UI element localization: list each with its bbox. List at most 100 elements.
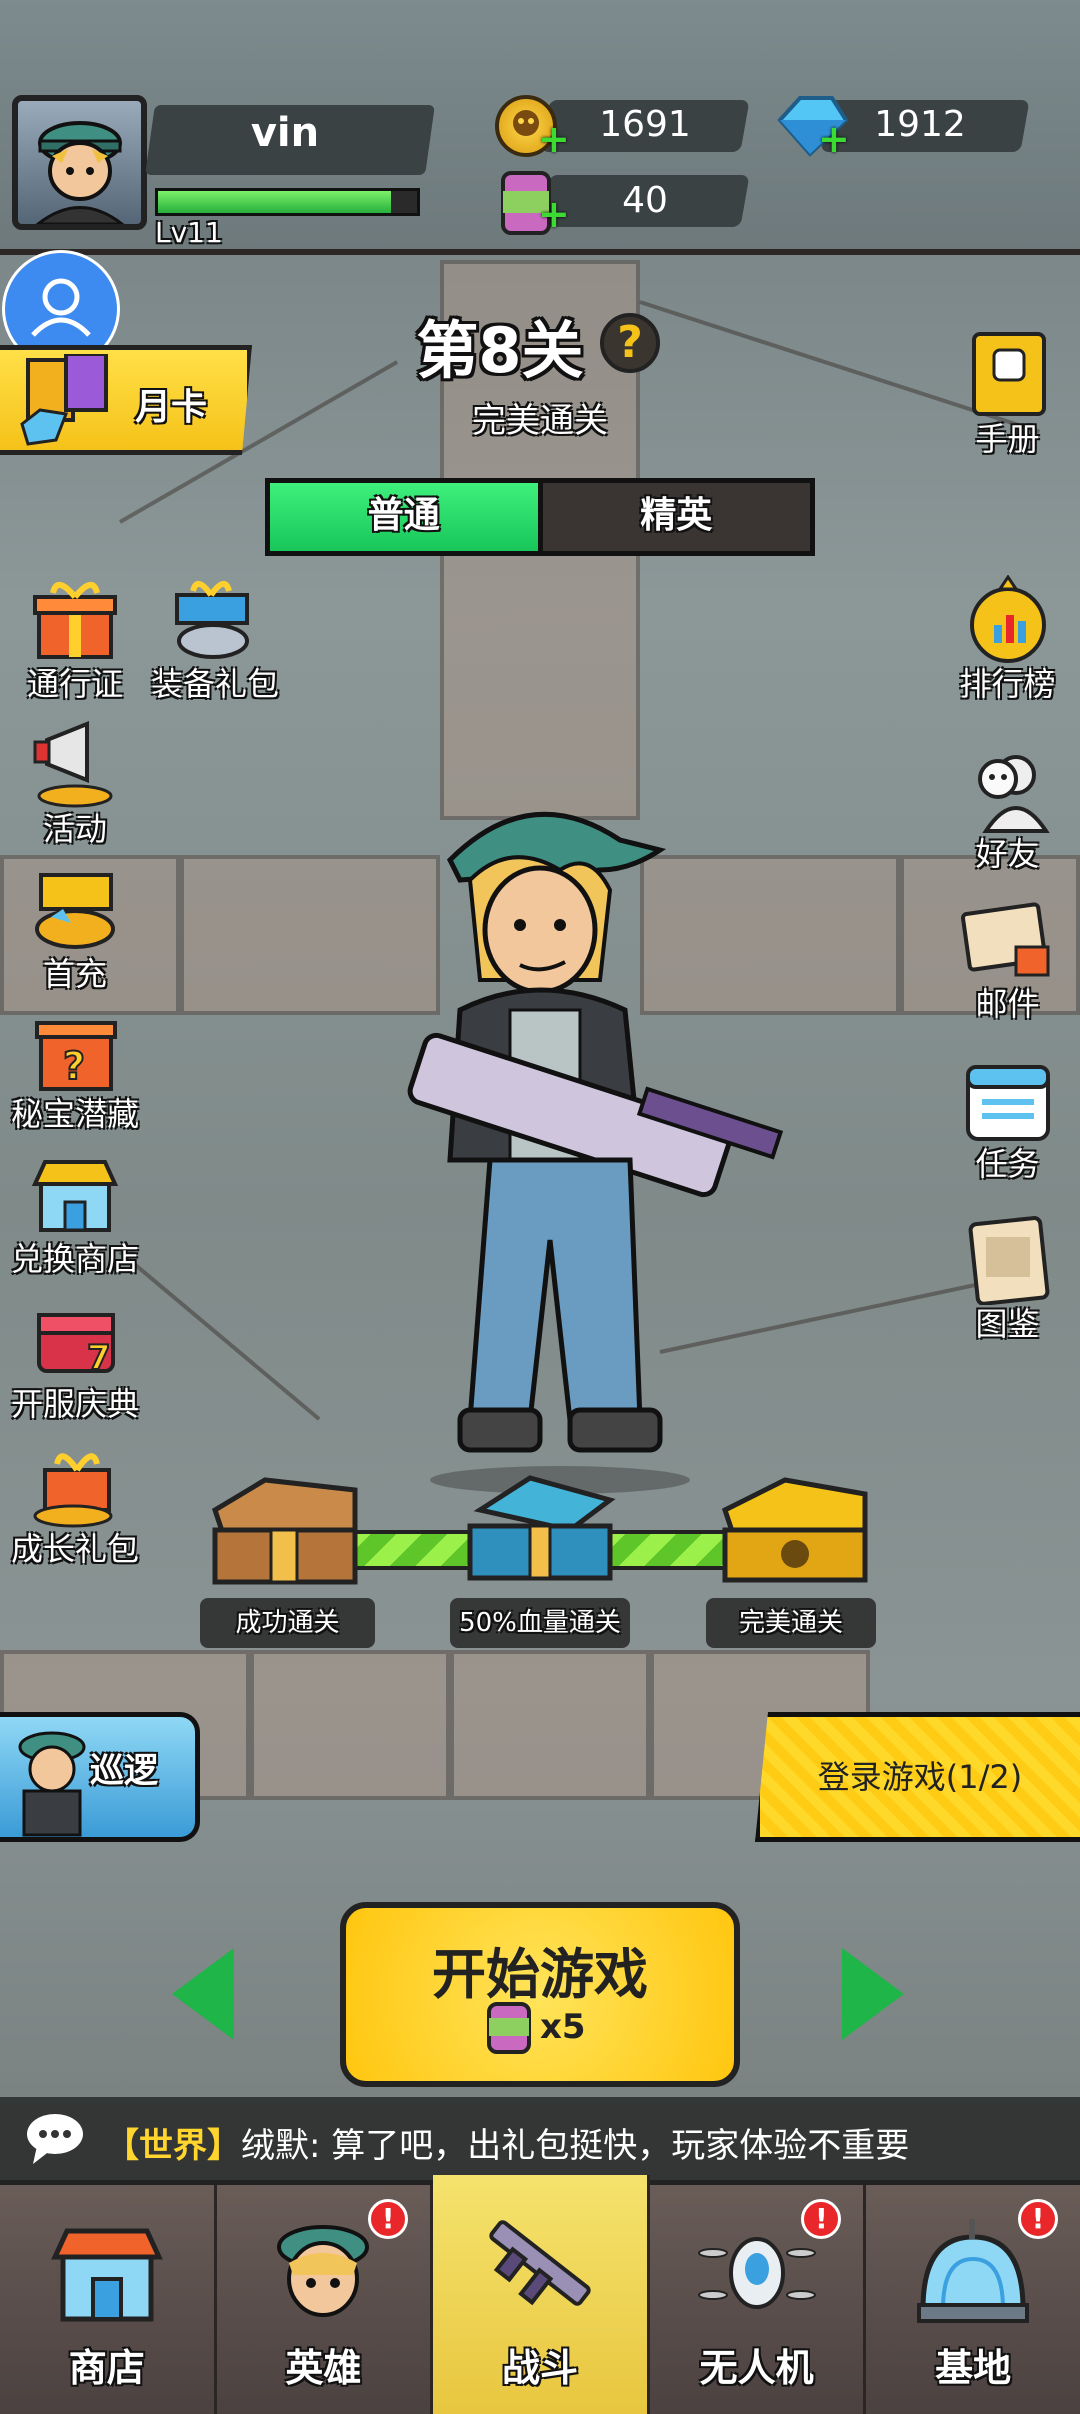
mail-icon bbox=[960, 895, 1056, 985]
svg-text:7: 7 bbox=[87, 1338, 111, 1378]
svg-text:?: ? bbox=[63, 1044, 85, 1088]
stage-status: 完美通关 bbox=[472, 401, 608, 441]
side-item-pass[interactable]: 通行证 bbox=[0, 575, 150, 705]
side-item-label: 手册 bbox=[975, 420, 1040, 458]
chest-perfect[interactable] bbox=[715, 1470, 868, 1583]
start-game-label: 开始游戏 bbox=[432, 1943, 648, 2006]
side-item-growth-gift[interactable]: 成长礼包 bbox=[0, 1440, 150, 1570]
side-item-label: 邮件 bbox=[975, 985, 1040, 1023]
patrol-button[interactable]: 巡逻 bbox=[0, 1712, 200, 1842]
bottom-nav: 商店 ! 英雄 战斗 ! 无人机 ! 基地 bbox=[0, 2175, 1080, 2414]
side-item-mail[interactable]: 邮件 bbox=[935, 895, 1080, 1025]
player-name: vin bbox=[250, 110, 320, 156]
player-avatar[interactable] bbox=[12, 95, 147, 230]
friends-icon bbox=[960, 745, 1056, 835]
side-item-label: 装备礼包 bbox=[150, 665, 279, 703]
growth-gift-icon bbox=[27, 1440, 123, 1530]
side-item-label: 秘宝潜藏 bbox=[10, 1095, 139, 1133]
chat-bubble-icon bbox=[25, 2110, 85, 2166]
wooden-chest-icon bbox=[211, 1477, 358, 1585]
nav-base[interactable]: ! 基地 bbox=[866, 2185, 1080, 2414]
handbook-icon bbox=[960, 330, 1056, 420]
treasure-chest-icon bbox=[27, 865, 123, 955]
coin-amount: 1691 bbox=[599, 104, 691, 145]
side-item-leaderboard[interactable]: 排行榜 bbox=[935, 574, 1080, 705]
blue-chest-icon bbox=[467, 1475, 616, 1581]
nav-label: 无人机 bbox=[699, 2346, 814, 2390]
side-item-friends[interactable]: 好友 bbox=[935, 745, 1080, 875]
nav-label: 商店 bbox=[68, 2346, 145, 2390]
energy-can-icon bbox=[485, 2000, 533, 2056]
login-task-banner[interactable]: 登录游戏(1/2) bbox=[755, 1712, 1080, 1842]
celebration-chest-icon: 7 bbox=[27, 1295, 123, 1385]
start-game-cost: x5 bbox=[540, 2007, 586, 2047]
side-item-codex[interactable]: 图鉴 bbox=[935, 1215, 1080, 1345]
stage-title: 第8关 bbox=[416, 314, 584, 387]
xp-progress-fill bbox=[158, 191, 392, 213]
side-item-label: 首充 bbox=[42, 955, 107, 993]
base-alert-badge: ! bbox=[1017, 2199, 1058, 2239]
side-item-label: 开服庆典 bbox=[10, 1385, 139, 1423]
nav-shop[interactable]: 商店 bbox=[0, 2185, 217, 2414]
side-item-label: 排行榜 bbox=[959, 665, 1056, 703]
monthly-card-icon bbox=[20, 354, 108, 446]
side-item-label: 任务 bbox=[975, 1145, 1040, 1183]
patrol-label: 巡逻 bbox=[90, 1751, 158, 1791]
trophy-icon bbox=[960, 574, 1056, 665]
stage-help-icon[interactable]: ? bbox=[600, 313, 660, 373]
monthly-card-button[interactable]: 月卡 bbox=[0, 345, 252, 455]
gift-box-icon bbox=[27, 575, 123, 665]
equipment-gift-icon bbox=[167, 575, 263, 665]
nav-label: 英雄 bbox=[285, 2346, 362, 2390]
nav-hero[interactable]: ! 英雄 bbox=[217, 2185, 434, 2414]
next-stage-arrow[interactable] bbox=[842, 1948, 904, 2040]
side-item-label: 图鉴 bbox=[975, 1305, 1040, 1343]
wall-tile bbox=[450, 1650, 650, 1800]
nav-label: 基地 bbox=[935, 2346, 1012, 2390]
hero-character bbox=[390, 780, 810, 1500]
xp-progress-bar bbox=[155, 188, 420, 216]
nav-drone[interactable]: ! 无人机 bbox=[650, 2185, 867, 2414]
player-level: Lv11 bbox=[155, 216, 223, 249]
side-item-exchange-shop[interactable]: 兑换商店 bbox=[0, 1150, 150, 1280]
side-item-server-celebration[interactable]: 7 开服庆典 bbox=[0, 1295, 150, 1425]
rifle-icon bbox=[480, 2203, 600, 2323]
calendar-icon bbox=[960, 1055, 1056, 1145]
side-item-handbook[interactable]: 手册 bbox=[935, 330, 1080, 460]
gold-chest-icon bbox=[721, 1477, 868, 1583]
side-item-label: 好友 bbox=[975, 835, 1040, 873]
side-item-events[interactable]: 活动 bbox=[0, 720, 150, 850]
side-item-first-recharge[interactable]: 首充 bbox=[0, 865, 150, 995]
hero-icon bbox=[263, 2213, 383, 2333]
nav-battle[interactable]: 战斗 bbox=[433, 2175, 650, 2414]
chest-half-hp[interactable] bbox=[460, 1470, 616, 1581]
hero-alert-badge: ! bbox=[368, 2199, 409, 2239]
side-item-label: 成长礼包 bbox=[10, 1530, 139, 1568]
drone-icon bbox=[697, 2213, 817, 2333]
wall-tile bbox=[250, 1650, 450, 1800]
prev-stage-arrow[interactable] bbox=[172, 1948, 234, 2040]
chest-perfect-label: 完美通关 bbox=[706, 1598, 876, 1648]
dome-base-icon bbox=[913, 2213, 1033, 2333]
patrol-hero-icon bbox=[18, 1731, 86, 1837]
drone-alert-badge: ! bbox=[801, 2199, 842, 2239]
chest-half-hp-label: 50%血量通关 bbox=[450, 1598, 630, 1648]
energy-amount: 40 bbox=[622, 180, 668, 221]
side-item-equipment-gift[interactable]: 装备礼包 bbox=[140, 575, 290, 705]
codex-icon bbox=[960, 1215, 1056, 1306]
diamond-amount: 1912 bbox=[874, 104, 966, 145]
mystery-box-icon: ? bbox=[27, 1005, 123, 1095]
side-item-hidden-treasure[interactable]: ? 秘宝潜藏 bbox=[0, 1005, 150, 1135]
chest-clear[interactable] bbox=[205, 1470, 358, 1585]
chat-message-text: 绒默: 算了吧，出礼包挺快，玩家体验不重要 bbox=[241, 2126, 910, 2166]
side-item-tasks[interactable]: 任务 bbox=[935, 1055, 1080, 1185]
tab-normal[interactable]: 普通 bbox=[270, 483, 543, 551]
side-item-label: 活动 bbox=[42, 810, 107, 848]
difficulty-tabs: 普通 精英 bbox=[265, 478, 815, 556]
side-item-label: 兑换商店 bbox=[10, 1240, 139, 1278]
shop-icon bbox=[27, 1150, 123, 1240]
megaphone-icon bbox=[27, 720, 123, 810]
tab-elite[interactable]: 精英 bbox=[543, 483, 811, 551]
chat-channel: 【世界】 bbox=[105, 2126, 241, 2166]
nav-label: 战斗 bbox=[501, 2346, 578, 2390]
